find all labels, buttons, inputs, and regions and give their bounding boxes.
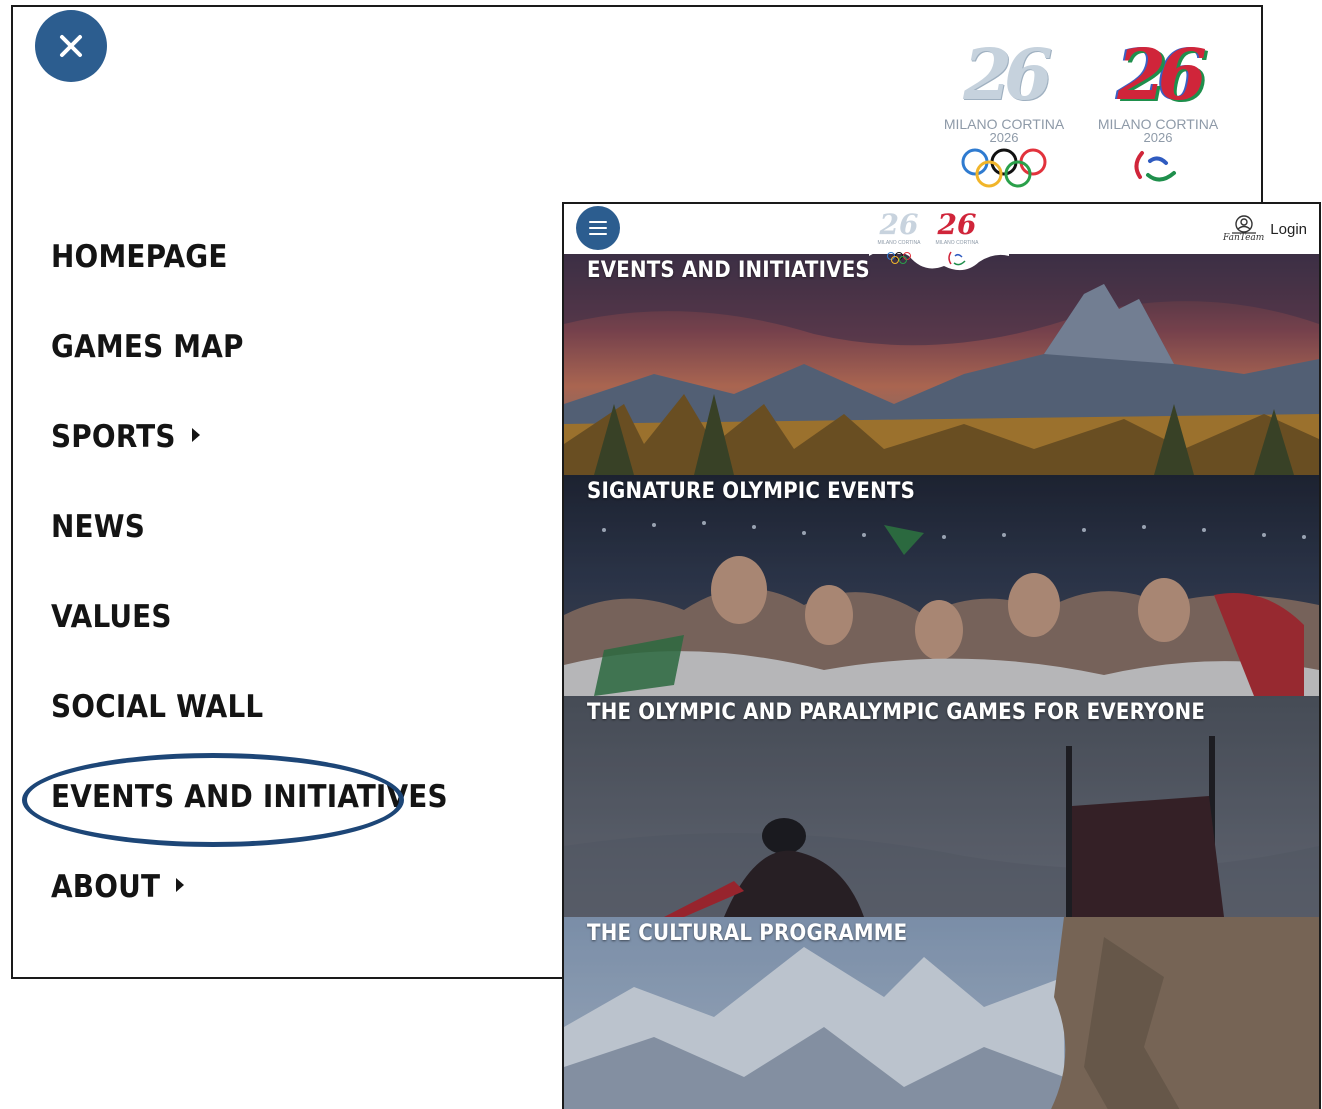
olympic-logo-year: 2026	[989, 130, 1019, 145]
events-page-screen: FanTeam Login 26 MILANO CORTINA 26 MILAN…	[562, 202, 1321, 1109]
content-tiles: EVENTS AND INITIATIVES SIGNATURE OLYMPIC…	[564, 254, 1319, 1109]
svg-text:26: 26	[879, 208, 919, 241]
menu-item-events-and-initiatives[interactable]: EVENTS AND INITIATIVES	[51, 779, 448, 869]
olympic-logo-mark: 26	[963, 33, 1052, 116]
menu-item-games-map[interactable]: GAMES MAP	[51, 329, 448, 419]
paralympic-logo-mark: 26	[1117, 33, 1206, 116]
menu-item-about[interactable]: ABOUT	[51, 869, 448, 959]
menu-item-label: SPORTS	[51, 419, 176, 455]
caret-right-icon	[191, 428, 200, 442]
hamburger-menu-button[interactable]	[576, 206, 620, 250]
tile-overlay	[564, 696, 1319, 917]
login-button[interactable]: FanTeam Login	[1223, 210, 1307, 248]
games-logos: 26 MILANO CORTINA 2026 26 MILANO CORTINA…	[931, 33, 1231, 203]
caret-right-icon	[176, 878, 185, 892]
svg-text:MILANO CORTINA: MILANO CORTINA	[878, 240, 922, 246]
tile-events-and-initiatives[interactable]: EVENTS AND INITIATIVES	[564, 254, 1319, 475]
menu-item-label: GAMES MAP	[51, 329, 244, 365]
agitos-icon	[1134, 151, 1176, 182]
menu-item-label: EVENTS AND INITIATIVES	[51, 779, 448, 815]
close-icon	[60, 35, 82, 57]
paralympic-logo-year: 2026	[1143, 130, 1173, 145]
paralympic-logo: 26 MILANO CORTINA 2026	[1085, 33, 1231, 193]
menu-item-label: SOCIAL WALL	[51, 689, 264, 725]
tile-title: THE OLYMPIC AND PARALYMPIC GAMES FOR EVE…	[587, 700, 1206, 725]
menu-item-social-wall[interactable]: SOCIAL WALL	[51, 689, 448, 779]
tile-title: EVENTS AND INITIATIVES	[587, 258, 870, 283]
menu-item-label: VALUES	[51, 599, 172, 635]
close-menu-button[interactable]	[35, 10, 107, 82]
olympic-logo: 26 MILANO CORTINA 2026	[931, 33, 1077, 193]
fanteam-brand: FanTeam	[1222, 233, 1265, 243]
tile-title: SIGNATURE OLYMPIC EVENTS	[587, 479, 916, 504]
menu-item-sports[interactable]: SPORTS	[51, 419, 448, 509]
menu-item-label: ABOUT	[51, 869, 161, 905]
menu-item-news[interactable]: NEWS	[51, 509, 448, 599]
menu-item-label: HOMEPAGE	[51, 239, 228, 275]
menu-item-label: NEWS	[51, 509, 146, 545]
svg-text:MILANO CORTINA: MILANO CORTINA	[936, 240, 980, 246]
menu-item-values[interactable]: VALUES	[51, 599, 448, 689]
tile-games-for-everyone[interactable]: THE OLYMPIC AND PARALYMPIC GAMES FOR EVE…	[564, 696, 1319, 917]
olympic-rings-icon	[961, 148, 1047, 188]
login-label: Login	[1270, 220, 1307, 238]
olympic-logo-caption: MILANO CORTINA	[943, 116, 1065, 132]
menu-item-homepage[interactable]: HOMEPAGE	[51, 239, 448, 329]
tile-cultural-programme[interactable]: THE CULTURAL PROGRAMME	[564, 917, 1319, 1109]
user-icon	[1231, 215, 1256, 234]
paralympic-logo-caption: MILANO CORTINA	[1097, 116, 1219, 132]
tile-overlay	[564, 254, 1319, 475]
tile-overlay	[564, 475, 1319, 696]
hamburger-icon	[589, 221, 607, 223]
mini-games-logos: 26 MILANO CORTINA 26 MILANO CORTINA	[869, 204, 1009, 271]
hamburger-icon-line	[589, 227, 607, 229]
tile-signature-olympic-events[interactable]: SIGNATURE OLYMPIC EVENTS	[564, 475, 1319, 696]
tile-title: THE CULTURAL PROGRAMME	[587, 921, 908, 946]
svg-text:26: 26	[937, 208, 977, 241]
menu-list: HOMEPAGE GAMES MAP SPORTS NEWS VALUES SO…	[51, 239, 448, 959]
hamburger-icon-line	[589, 233, 607, 235]
